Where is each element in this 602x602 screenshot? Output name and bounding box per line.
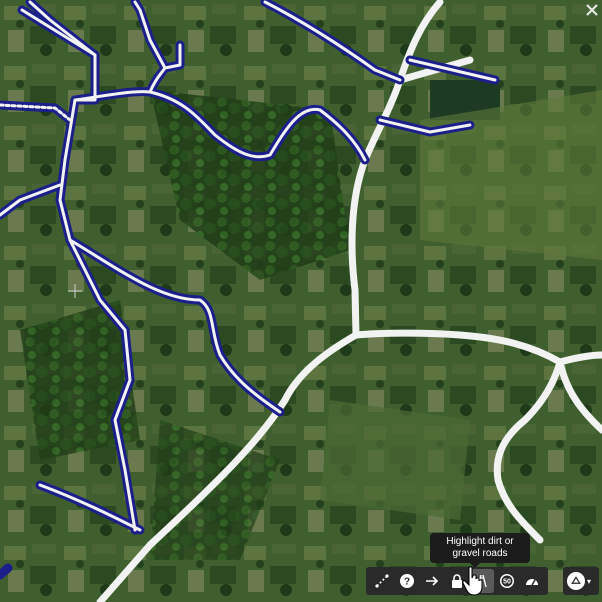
speed-limit-icon: 50 <box>500 574 515 588</box>
svg-text:50: 50 <box>503 579 511 586</box>
tooltip: Highlight dirt or gravel roads <box>430 533 530 568</box>
directions-arrow-icon <box>425 576 438 586</box>
corner-marker-icon <box>586 4 598 16</box>
chevron-down-icon: ▾ <box>587 576 592 586</box>
map-imagery[interactable] <box>0 0 602 602</box>
directions-button[interactable] <box>420 569 443 593</box>
satellite-map-view[interactable]: Highlight dirt or gravel roads ? 50 ▾ <box>0 0 602 602</box>
measure-path-button[interactable] <box>370 569 393 593</box>
crosshair-icon <box>68 284 82 298</box>
tooltip-text: Highlight dirt or gravel roads <box>446 536 514 559</box>
help-icon: ? <box>399 574 414 588</box>
map-toolbar: ? 50 <box>366 567 548 595</box>
svg-text:?: ? <box>404 577 410 588</box>
speedometer-button[interactable] <box>521 569 544 593</box>
measure-path-icon <box>374 574 389 588</box>
hand-pointer-cursor-icon <box>462 566 483 596</box>
speed-limit-button[interactable]: 50 <box>496 569 519 593</box>
layers-compass-icon <box>567 572 585 590</box>
layer-switcher-button[interactable]: ▾ <box>563 567 599 595</box>
speedometer-icon <box>526 579 539 586</box>
help-button[interactable]: ? <box>395 569 418 593</box>
